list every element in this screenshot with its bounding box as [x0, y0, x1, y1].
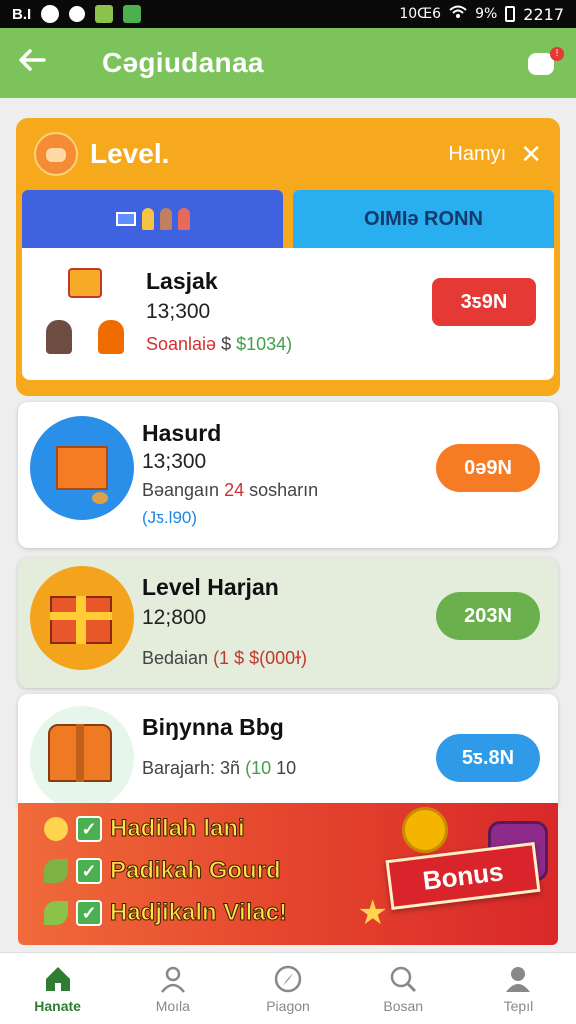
- leaf-icon: [44, 859, 68, 883]
- item-title: Biŋynnа Bbg: [142, 714, 284, 740]
- person-icon: [141, 208, 154, 230]
- check-icon: ✓: [76, 858, 102, 884]
- check-icon: ✓: [76, 900, 102, 926]
- present-icon: [30, 566, 134, 670]
- gift-box-icon: [30, 416, 134, 520]
- banner-line: ✓ Hadjikaln Vilac!: [44, 899, 287, 927]
- claim-button[interactable]: 3ƽ9N: [432, 278, 536, 326]
- list-item: Hasurd 13;300 Bəangaın 24 sosharın (Jƽ.l…: [18, 402, 558, 548]
- battery-icon: [505, 6, 516, 22]
- nav-profile[interactable]: Moıla: [115, 953, 230, 1024]
- item-desc: Bəangaın 24 sosharın: [142, 480, 319, 500]
- sync-icon: [69, 6, 86, 22]
- nav-search[interactable]: Bosan: [346, 953, 461, 1024]
- level-title: Level.: [90, 138, 170, 169]
- card-icon: [115, 212, 136, 226]
- close-icon[interactable]: ✕: [520, 139, 542, 170]
- check-icon: ✓: [76, 816, 102, 842]
- star-icon: [44, 817, 68, 841]
- banner-line: ✓ Padikah Gourd: [44, 857, 281, 885]
- user-icon: [158, 964, 188, 994]
- avatar: [34, 132, 78, 176]
- search-icon: [388, 964, 418, 994]
- item-title: Lasjak: [146, 268, 218, 294]
- signal-text: 10Œ6: [399, 6, 442, 22]
- item-desc: Bedaian (1 $ $(000ɫ): [142, 648, 307, 668]
- item-title: Level Harjan: [142, 574, 279, 600]
- clock: 2217: [523, 4, 564, 24]
- page-title: Cəgiudanaa: [102, 47, 264, 78]
- person-icon: [159, 208, 172, 230]
- item-title: Hasurd: [142, 420, 222, 446]
- item-sub: (Jƽ.l90): [142, 508, 198, 527]
- item-points: 13;300: [142, 450, 207, 473]
- characters-icon: [46, 268, 126, 358]
- home-icon: [43, 964, 73, 994]
- item-points: 13;300: [146, 300, 211, 323]
- nav-account[interactable]: Tepıl: [461, 953, 576, 1024]
- list-item: Biŋynnа Bbg Barajarh: 3ñ (10 10 5ƽ.8N: [18, 694, 558, 810]
- claim-button[interactable]: 203N: [436, 592, 540, 640]
- status-bar: B.I 10Œ6 9% 2217: [0, 0, 576, 28]
- nav-explore[interactable]: Piagon: [230, 953, 345, 1024]
- app-icon: [123, 5, 142, 23]
- claim-button[interactable]: 0ǝ9N: [436, 444, 540, 492]
- list-item: Level Harjan 12;800 Bedaian (1 $ $(000ɫ)…: [18, 558, 558, 688]
- item-desc: Barajarh: 3ñ (10 10: [142, 758, 297, 778]
- chat-icon[interactable]: !: [528, 47, 564, 77]
- level-card: Level. Hamyı ✕ OIMIə RONN Lasjak 13;300 …: [16, 118, 560, 396]
- person-icon: [177, 208, 190, 230]
- bonus-banner[interactable]: ✓ Hadilah lani ✓ Padikah Gourd ✓ Hadjika…: [18, 803, 558, 945]
- claim-button[interactable]: 5ƽ.8N: [436, 734, 540, 782]
- see-all-link[interactable]: Hamyı: [448, 143, 506, 166]
- bottom-nav: Hanate Moıla Piagon Bosan Tepıl: [0, 952, 576, 1024]
- notification-icon: [41, 5, 60, 23]
- tab-online[interactable]: OIMIə RONN: [293, 190, 554, 248]
- bonus-ribbon: Bonus: [385, 842, 541, 910]
- tab-players[interactable]: [22, 190, 283, 248]
- profile-icon: [503, 964, 533, 994]
- compass-icon: [273, 964, 303, 994]
- battery-text: 9%: [475, 6, 498, 22]
- notification-badge: !: [550, 47, 564, 61]
- arrow-left-icon[interactable]: [18, 46, 58, 80]
- treasure-chest-icon: [30, 706, 134, 810]
- level-item: Lasjak 13;300 Soanlaiə $ $1034) 3ƽ9N: [22, 248, 554, 380]
- item-points: 12;800: [142, 606, 207, 629]
- item-desc: Soanlaiə $ $1034): [146, 334, 293, 354]
- status-left-text: B.I: [12, 5, 32, 23]
- banner-line: ✓ Hadilah lani: [44, 815, 245, 843]
- nav-home[interactable]: Hanate: [0, 953, 115, 1024]
- wifi-icon: [449, 5, 467, 23]
- app-bar: Cəgiudanaa !: [0, 28, 576, 98]
- star-icon: ★: [357, 894, 388, 932]
- app-icon: [95, 5, 114, 23]
- coin-icon: [402, 807, 448, 853]
- leaf-icon: [44, 901, 68, 925]
